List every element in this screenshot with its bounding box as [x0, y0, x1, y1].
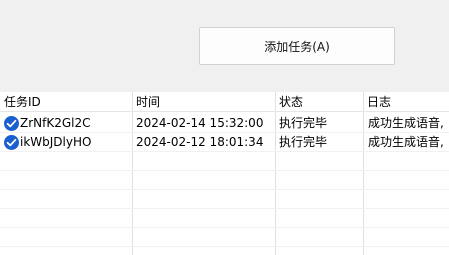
- table-header: 任务ID 时间 状态 日志: [0, 92, 449, 112]
- log-cell: 成功生成语音,: [368, 116, 444, 130]
- empty-row: [0, 228, 449, 247]
- checkmark-icon: [4, 116, 19, 131]
- toolbar: 添加任务(A): [0, 0, 449, 92]
- empty-row: [0, 152, 449, 171]
- column-header-time[interactable]: 时间: [132, 92, 275, 112]
- time-cell: 2024-02-12 18:01:34: [136, 135, 264, 149]
- log-cell: 成功生成语音,: [368, 135, 444, 149]
- app-window: 添加任务(A) 任务ID 时间 状态 日志 ZrNfK2Gl2C 2024-02…: [0, 0, 449, 255]
- empty-row: [0, 171, 449, 190]
- task-id-cell: ZrNfK2Gl2C: [20, 116, 91, 130]
- checkmark-icon: [4, 135, 19, 150]
- column-header-task-id[interactable]: 任务ID: [0, 92, 132, 112]
- time-cell: 2024-02-14 15:32:00: [136, 116, 264, 130]
- task-id-cell: ikWbJDlyHO: [20, 135, 92, 149]
- empty-row: [0, 209, 449, 228]
- table-row[interactable]: ZrNfK2Gl2C 2024-02-14 15:32:00 执行完毕 成功生成…: [0, 114, 449, 133]
- status-cell: 执行完毕: [279, 116, 328, 130]
- empty-row: [0, 190, 449, 209]
- status-cell: 执行完毕: [279, 135, 328, 149]
- column-header-status[interactable]: 状态: [275, 92, 363, 112]
- column-header-log[interactable]: 日志: [363, 92, 449, 112]
- task-table: 任务ID 时间 状态 日志 ZrNfK2Gl2C 2024-02-14 15:3…: [0, 92, 449, 255]
- table-row[interactable]: ikWbJDlyHO 2024-02-12 18:01:34 执行完毕 成功生成…: [0, 133, 449, 152]
- add-task-button[interactable]: 添加任务(A): [199, 27, 395, 65]
